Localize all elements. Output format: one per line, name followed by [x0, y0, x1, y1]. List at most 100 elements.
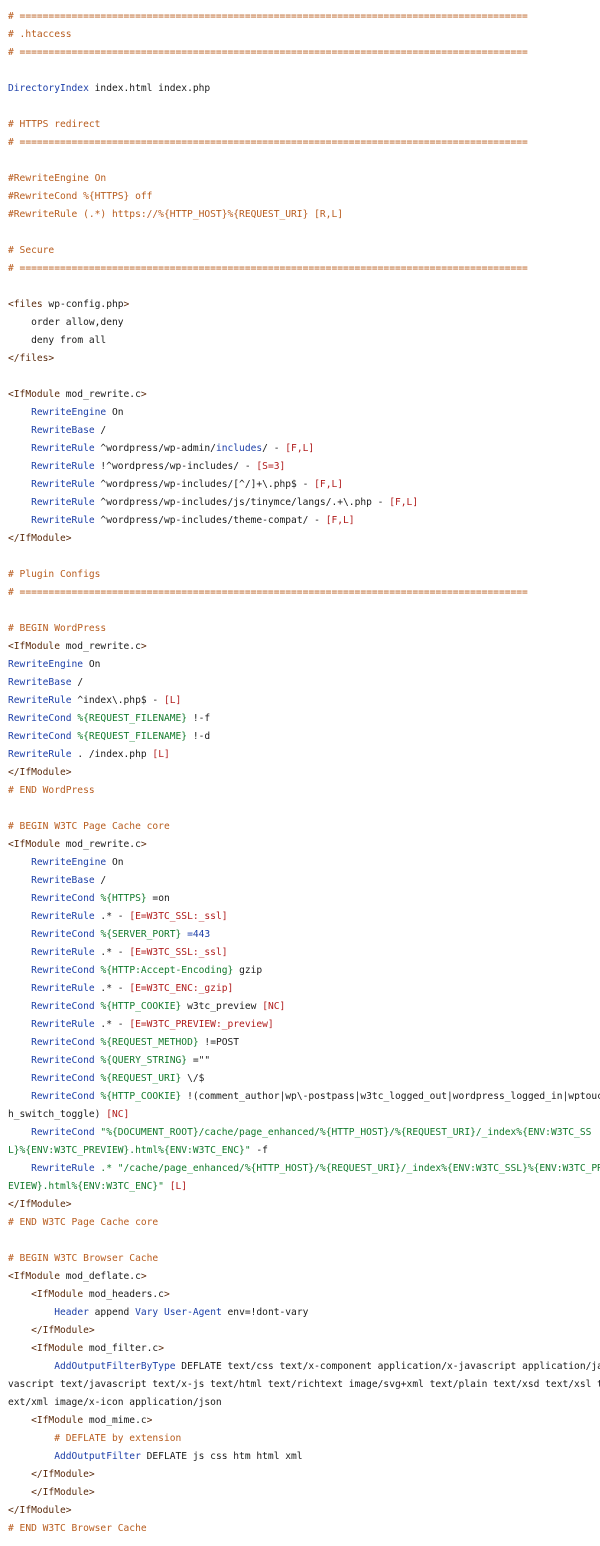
- directive-token: RewriteCond: [31, 893, 95, 904]
- code-line: RewriteEngine On: [8, 854, 600, 872]
- string-token: %{SERVER_PORT}: [100, 929, 182, 940]
- text-token: .* -: [94, 911, 130, 922]
- code-line: # DEFLATE by extension: [8, 1430, 600, 1448]
- text-token: -f: [250, 1145, 268, 1156]
- tag-token: </IfModule>: [8, 1505, 72, 1516]
- comment-token: #RewriteCond %{HTTPS} off: [8, 191, 153, 202]
- text-token: deny from all: [8, 335, 107, 346]
- flag-token: [E=W3TC_SSL:_ssl]: [129, 947, 228, 958]
- string-token: %{REQUEST_FILENAME}: [77, 713, 188, 724]
- code-line: <IfModule mod_deflate.c>: [8, 1268, 600, 1286]
- text-token: !=POST: [198, 1037, 240, 1048]
- text-token: DEFLATE js css htm html xml: [140, 1451, 303, 1462]
- text-token: .* -: [94, 983, 130, 994]
- code-line: </IfModule>: [8, 1322, 600, 1340]
- code-line: deny from all: [8, 332, 600, 350]
- tag-token: <IfModule: [8, 839, 60, 850]
- code-line: # BEGIN WordPress: [8, 620, 600, 638]
- directive-token: RewriteCond: [31, 1001, 95, 1012]
- code-line: AddOutputFilter DEFLATE js css htm html …: [8, 1448, 600, 1466]
- code-line: <IfModule mod_mime.c>: [8, 1412, 600, 1430]
- code-line: <IfModule mod_rewrite.c>: [8, 638, 600, 656]
- text-token: gzip: [233, 965, 263, 976]
- directive-token: RewriteCond: [8, 713, 72, 724]
- directive-token: RewriteCond: [31, 1055, 95, 1066]
- directive-token: =443: [181, 929, 211, 940]
- comment-token: # Secure: [8, 245, 55, 256]
- directive-token: RewriteRule: [31, 497, 95, 508]
- flag-token: [F,L]: [389, 497, 419, 508]
- text-token: ^index\.php$ -: [71, 695, 164, 706]
- code-line: RewriteRule . /index.php [L]: [8, 746, 600, 764]
- string-token: %{REQUEST_FILENAME}: [77, 731, 188, 742]
- code-line: </IfModule>: [8, 1466, 600, 1484]
- code-line: RewriteRule !^wordpress/wp-includes/ - […: [8, 458, 600, 476]
- code-line: <IfModule mod_filter.c>: [8, 1340, 600, 1358]
- comment-token: # BEGIN W3TC Page Cache core: [8, 821, 170, 832]
- text-token: append: [88, 1307, 136, 1318]
- flag-token: [NC]: [106, 1109, 130, 1120]
- text-token: On: [83, 659, 101, 670]
- text-token: /: [94, 425, 107, 436]
- tag-token: </IfModule>: [8, 1199, 72, 1210]
- code-line: # Plugin Configs: [8, 566, 600, 584]
- directive-token: AddOutputFilter: [54, 1451, 141, 1462]
- comment-token: # HTTPS redirect: [8, 119, 101, 130]
- code-line: RewriteCond "%{DOCUMENT_ROOT}/cache/page…: [8, 1124, 600, 1160]
- directive-token: RewriteRule: [31, 479, 95, 490]
- code-line: RewriteRule ^wordpress/wp-admin/includes…: [8, 440, 600, 458]
- tag-token: >: [140, 641, 147, 652]
- tag-token: </IfModule>: [8, 767, 72, 778]
- flag-token: [S=3]: [256, 461, 286, 472]
- tag-token: <IfModule: [31, 1415, 84, 1426]
- code-line: RewriteCond %{REQUEST_METHOD} !=POST: [8, 1034, 600, 1052]
- directive-token: RewriteCond: [31, 1127, 95, 1138]
- comment-token: # ======================================…: [8, 263, 528, 274]
- comment-token: # ======================================…: [8, 137, 528, 148]
- code-line: order allow,deny: [8, 314, 600, 332]
- flag-token: [E=W3TC_ENC:_gzip]: [129, 983, 234, 994]
- comment-token: # ======================================…: [8, 587, 528, 598]
- code-line: RewriteRule ^index\.php$ - [L]: [8, 692, 600, 710]
- code-line: # END WordPress: [8, 782, 600, 800]
- text-token: mod_headers.c: [83, 1289, 164, 1300]
- code-line: #RewriteCond %{HTTPS} off: [8, 188, 600, 206]
- tag-token: <IfModule: [8, 1271, 60, 1282]
- flag-token: [L]: [152, 749, 170, 760]
- comment-token: #RewriteRule (.*) https://%{HTTP_HOST}%{…: [8, 209, 344, 220]
- code-line: RewriteEngine On: [8, 404, 600, 422]
- directive-token: RewriteRule: [31, 1019, 95, 1030]
- tag-token: >: [158, 1343, 164, 1354]
- string-token: %{QUERY_STRING}: [100, 1055, 188, 1066]
- directive-token: RewriteEngine: [31, 857, 107, 868]
- code-line: <IfModule mod_rewrite.c>: [8, 386, 600, 404]
- text-token: . /index.php: [71, 749, 153, 760]
- directive-token: RewriteRule: [31, 461, 95, 472]
- code-line: # .htaccess: [8, 26, 600, 44]
- code-line: </files>: [8, 350, 600, 368]
- comment-token: # Plugin Configs: [8, 569, 101, 580]
- comment-token: # DEFLATE by extension: [54, 1433, 182, 1444]
- code-line: DirectoryIndex index.html index.php: [8, 80, 600, 98]
- directive-token: RewriteBase: [31, 875, 95, 886]
- directive-token: includes: [215, 443, 263, 454]
- code-line: RewriteCond %{HTTPS} =on: [8, 890, 600, 908]
